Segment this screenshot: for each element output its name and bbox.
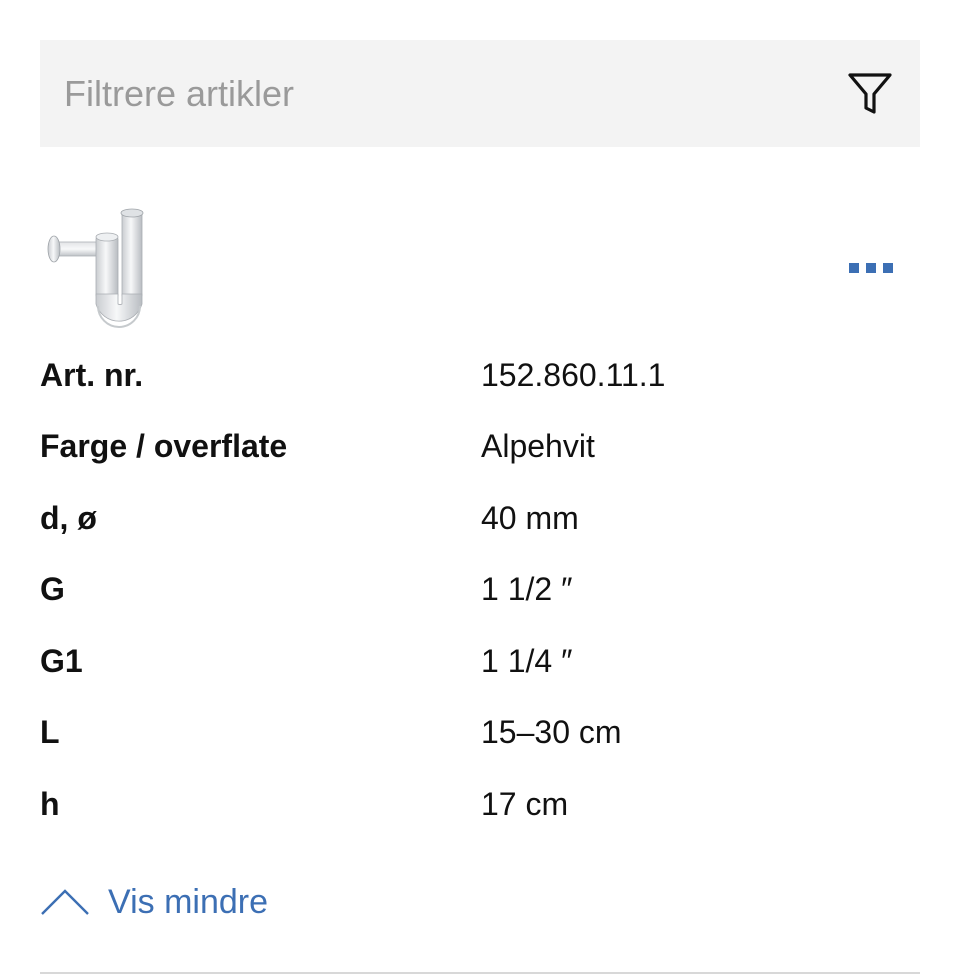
section-divider [40, 972, 920, 974]
more-options-dot [849, 263, 859, 273]
filter-bar [40, 40, 920, 147]
spec-value: Alpehvit [481, 428, 595, 465]
chevron-up-icon [41, 889, 89, 915]
spec-label: h [40, 785, 60, 822]
spec-label: Farge / overflate [40, 428, 288, 465]
spec-label: L [40, 714, 60, 751]
product-article-panel: Art. nr. 152.860.11.1 Farge / overflate … [0, 0, 960, 978]
siphon-product-image [47, 208, 144, 328]
more-options-button[interactable] [842, 254, 900, 282]
spec-value: 17 cm [481, 785, 569, 822]
spec-label: Art. nr. [40, 356, 144, 393]
show-less-label: Vis mindre [108, 882, 268, 921]
more-options-dot [883, 263, 893, 273]
spec-row-g: G 1 1/2 ″ [40, 554, 920, 626]
spec-row-diameter: d, ø 40 mm [40, 482, 920, 554]
spec-value: 152.860.11.1 [481, 356, 666, 393]
show-less-link[interactable]: Vis mindre [40, 878, 268, 926]
specification-table: Art. nr. 152.860.11.1 Farge / overflate … [40, 339, 920, 840]
spec-label: G1 [40, 642, 83, 679]
more-options-dot [866, 263, 876, 273]
spec-row-color-finish: Farge / overflate Alpehvit [40, 411, 920, 483]
spec-row-length: L 15–30 cm [40, 697, 920, 769]
spec-row-g1: G1 1 1/4 ″ [40, 625, 920, 697]
spec-value: 15–30 cm [481, 714, 622, 751]
filter-funnel-icon[interactable] [846, 70, 894, 118]
filter-articles-input[interactable] [40, 40, 830, 147]
spec-value: 40 mm [481, 499, 579, 536]
spec-value: 1 1/2 ″ [481, 571, 573, 608]
spec-row-article-number: Art. nr. 152.860.11.1 [40, 339, 920, 411]
spec-label: d, ø [40, 499, 97, 536]
spec-row-height: h 17 cm [40, 768, 920, 840]
spec-value: 1 1/4 ″ [481, 642, 573, 679]
spec-label: G [40, 571, 65, 608]
